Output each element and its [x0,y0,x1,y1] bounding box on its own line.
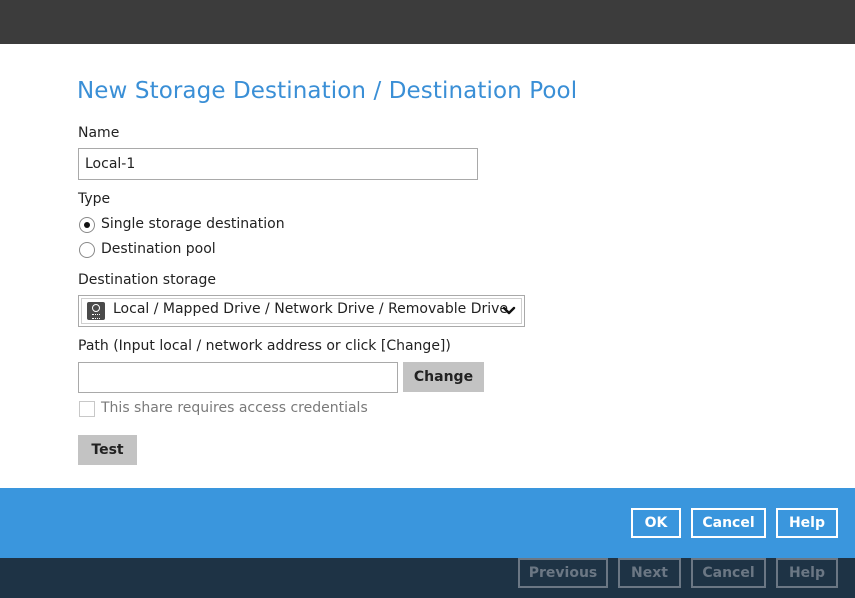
name-label: Name [78,125,120,141]
change-button[interactable]: Change [403,362,484,392]
destination-storage-value: Local / Mapped Drive / Network Drive / R… [113,301,509,317]
single-storage-label[interactable]: Single storage destination [101,216,285,232]
top-bar [0,0,855,44]
destination-pool-label[interactable]: Destination pool [101,241,216,257]
credentials-label: This share requires access credentials [101,400,368,416]
credentials-checkbox[interactable] [79,401,95,417]
wizard-bar: Previous Next Cancel Help [0,558,855,598]
single-storage-radio[interactable] [79,217,95,233]
chevron-down-icon [502,306,516,315]
previous-button[interactable]: Previous [518,558,608,588]
name-input[interactable] [78,148,478,180]
ok-button[interactable]: OK [631,508,681,538]
destination-pool-radio[interactable] [79,242,95,258]
path-input[interactable] [78,362,398,393]
next-button[interactable]: Next [618,558,681,588]
destination-storage-select[interactable]: Local / Mapped Drive / Network Drive / R… [78,295,525,327]
help-button[interactable]: Help [776,508,838,538]
wizard-help-button[interactable]: Help [776,558,838,588]
wizard-cancel-button[interactable]: Cancel [691,558,766,588]
new-storage-destination-dialog: New Storage Destination / Destination Po… [0,44,855,488]
action-bar: OK Cancel Help [0,488,855,558]
destination-storage-label: Destination storage [78,272,216,288]
drive-icon [87,302,105,320]
cancel-button[interactable]: Cancel [691,508,766,538]
type-label: Type [78,191,111,207]
test-button[interactable]: Test [78,435,137,465]
path-label: Path (Input local / network address or c… [78,338,451,354]
dialog-title: New Storage Destination / Destination Po… [77,78,578,104]
